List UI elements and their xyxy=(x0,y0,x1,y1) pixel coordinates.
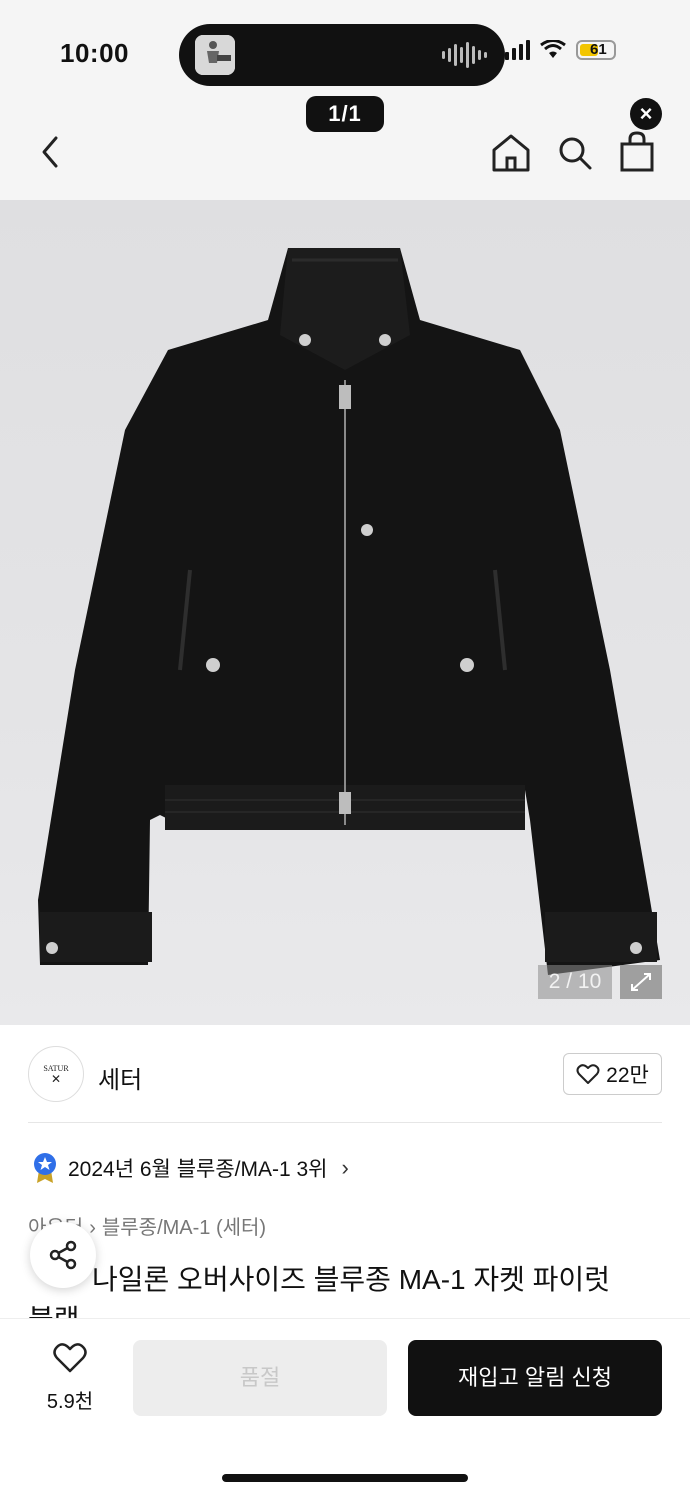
shopping-bag-button[interactable] xyxy=(618,130,656,172)
search-button[interactable] xyxy=(556,134,594,172)
image-counter: 2 / 10 xyxy=(538,965,612,999)
share-icon xyxy=(49,1240,77,1270)
jacket-photo xyxy=(38,248,660,975)
brand-logo[interactable]: SATUR ✕ xyxy=(28,1046,84,1102)
chevron-right-icon: › xyxy=(341,1155,349,1180)
divider xyxy=(28,1122,662,1123)
back-button[interactable] xyxy=(36,132,66,172)
close-button[interactable]: × xyxy=(630,98,662,130)
soldout-button: 품절 xyxy=(133,1340,387,1416)
brand-name[interactable]: 세터 xyxy=(98,1060,142,1095)
audio-wave-icon xyxy=(442,42,487,68)
ranking-badge-icon xyxy=(34,1153,56,1183)
home-indicator[interactable] xyxy=(222,1474,468,1482)
battery-level: 61 xyxy=(590,41,607,58)
status-indicators: 61 xyxy=(505,40,616,60)
now-playing-thumbnail xyxy=(195,35,235,75)
dynamic-island[interactable] xyxy=(179,24,505,86)
wifi-icon xyxy=(540,40,566,58)
heart-icon xyxy=(53,1343,87,1373)
breadcrumb-item-category[interactable]: 블루종/MA-1 (세터) xyxy=(102,1217,266,1239)
heart-icon xyxy=(576,1064,600,1084)
wishlist-count: 5.9천 xyxy=(46,1391,94,1413)
ranking-text: 2024년 6월 블루종/MA-1 3위 xyxy=(68,1158,328,1181)
signal-icon xyxy=(505,40,530,60)
battery-icon: 61 xyxy=(576,40,616,60)
home-button[interactable] xyxy=(490,132,532,174)
brand-like-count: 22만 xyxy=(606,1064,649,1087)
page-indicator: 1/1 xyxy=(306,96,384,132)
restock-alert-button[interactable]: 재입고 알림 신청 xyxy=(408,1340,662,1416)
expand-image-button[interactable] xyxy=(620,965,662,999)
wishlist-button[interactable]: 5.9천 xyxy=(30,1342,110,1416)
product-image[interactable] xyxy=(0,200,690,1025)
ranking-link[interactable]: 2024년 6월 블루종/MA-1 3위 › xyxy=(32,1152,349,1184)
product-title: 나일론 오버사이즈 블루종 MA-1 자켓 파이럿 xyxy=(92,1264,610,1295)
share-button[interactable] xyxy=(30,1222,96,1288)
brand-like-button[interactable]: 22만 xyxy=(563,1053,662,1095)
product-title-continued: 블랙 xyxy=(28,1304,80,1320)
status-time: 10:00 xyxy=(60,38,129,68)
